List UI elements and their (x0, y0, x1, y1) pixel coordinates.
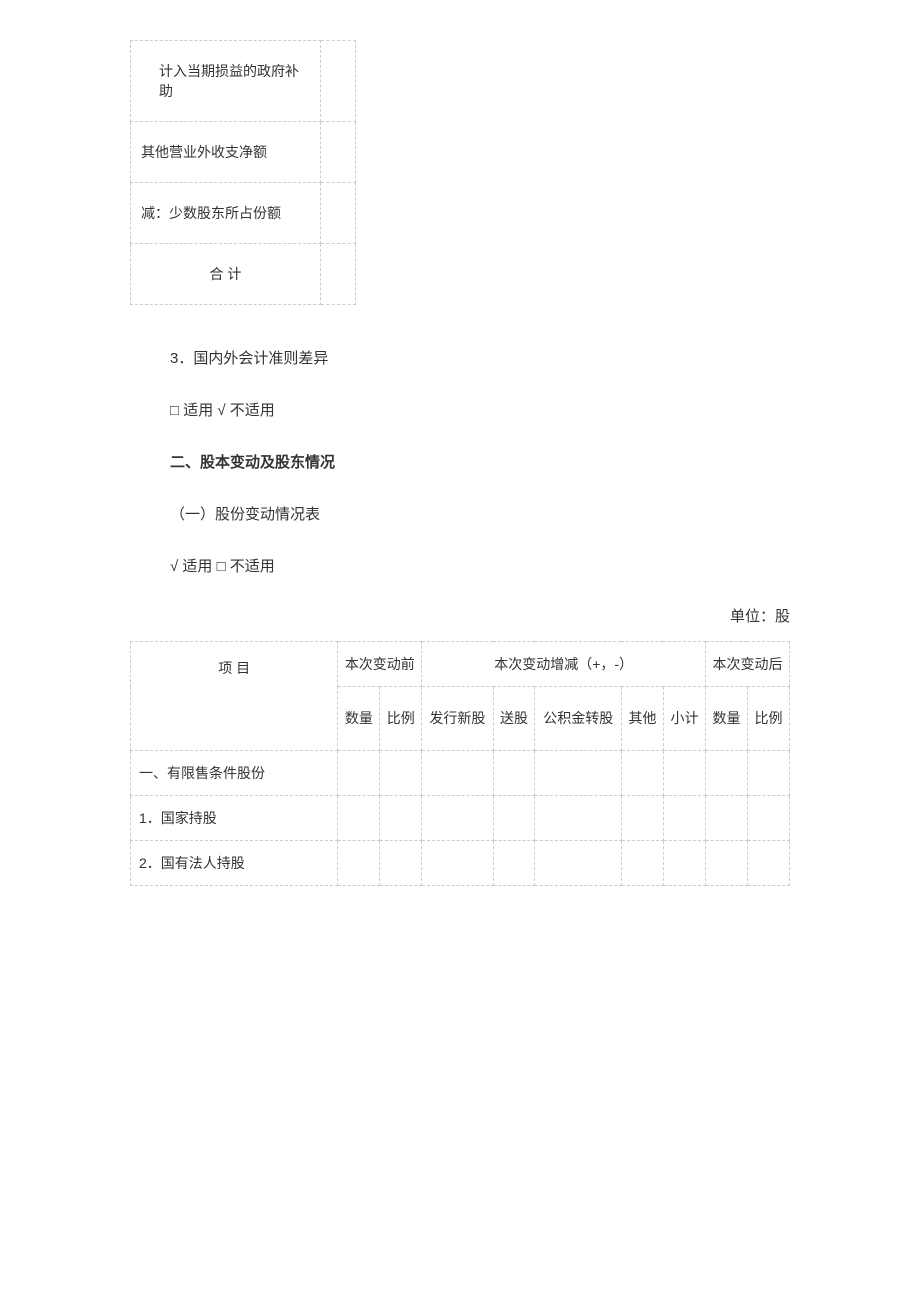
cell (747, 751, 789, 796)
cell (535, 796, 622, 841)
cell (338, 841, 380, 886)
share-change-table: 项 目 本次变动前 本次变动增减（+，-） 本次变动后 数量 比例 发行新股 送… (130, 641, 790, 886)
col-header-qty: 数量 (338, 687, 380, 751)
applicability-indicator: □ 适用 √ 不适用 (170, 397, 790, 424)
row-value (321, 41, 356, 122)
cell (493, 841, 535, 886)
applicability-indicator: √ 适用 □ 不适用 (170, 553, 790, 580)
cell (422, 841, 493, 886)
section-heading: 二、股本变动及股东情况 (170, 449, 790, 476)
cell (705, 751, 747, 796)
cell (380, 796, 422, 841)
col-header-change: 本次变动增减（+，-） (422, 642, 706, 687)
cell (422, 751, 493, 796)
cell (663, 751, 705, 796)
section-heading: 3．国内外会计准则差异 (170, 345, 790, 372)
summary-table: 计入当期损益的政府补助 其他营业外收支净额 减：少数股东所占份额 合 计 (130, 40, 356, 305)
table-row: 1．国家持股 (131, 796, 790, 841)
cell (705, 796, 747, 841)
col-header-subtotal: 小计 (663, 687, 705, 751)
row-label: 1．国家持股 (131, 796, 338, 841)
cell (535, 751, 622, 796)
unit-label: 单位：股 (130, 605, 790, 626)
col-header-before: 本次变动前 (338, 642, 422, 687)
cell (535, 841, 622, 886)
cell (621, 796, 663, 841)
table-row: 其他营业外收支净额 (131, 122, 356, 183)
row-label: 计入当期损益的政府补助 (131, 41, 321, 122)
cell (621, 751, 663, 796)
col-header-ratio: 比例 (380, 687, 422, 751)
col-header-qty: 数量 (705, 687, 747, 751)
cell (380, 841, 422, 886)
col-header-other: 其他 (621, 687, 663, 751)
cell (338, 751, 380, 796)
table-row: 减：少数股东所占份额 (131, 183, 356, 244)
cell (422, 796, 493, 841)
row-value (321, 122, 356, 183)
cell (747, 796, 789, 841)
row-label: 其他营业外收支净额 (131, 122, 321, 183)
table-row: 2．国有法人持股 (131, 841, 790, 886)
row-value (321, 244, 356, 305)
row-label: 合 计 (131, 244, 321, 305)
col-header-fund: 公积金转股 (535, 687, 622, 751)
col-header-after: 本次变动后 (705, 642, 789, 687)
table-row: 合 计 (131, 244, 356, 305)
table-header-row: 项 目 本次变动前 本次变动增减（+，-） 本次变动后 (131, 642, 790, 687)
row-label: 减：少数股东所占份额 (131, 183, 321, 244)
cell (663, 841, 705, 886)
table-row: 一、有限售条件股份 (131, 751, 790, 796)
subsection-heading: （一）股份变动情况表 (170, 501, 790, 528)
col-header-item: 项 目 (131, 642, 338, 751)
col-header-bonus: 送股 (493, 687, 535, 751)
cell (493, 751, 535, 796)
cell (747, 841, 789, 886)
col-header-new-issue: 发行新股 (422, 687, 493, 751)
cell (380, 751, 422, 796)
row-label: 一、有限售条件股份 (131, 751, 338, 796)
table-row: 计入当期损益的政府补助 (131, 41, 356, 122)
cell (705, 841, 747, 886)
cell (338, 796, 380, 841)
col-header-ratio: 比例 (747, 687, 789, 751)
cell (621, 841, 663, 886)
row-value (321, 183, 356, 244)
cell (663, 796, 705, 841)
cell (493, 796, 535, 841)
row-label: 2．国有法人持股 (131, 841, 338, 886)
